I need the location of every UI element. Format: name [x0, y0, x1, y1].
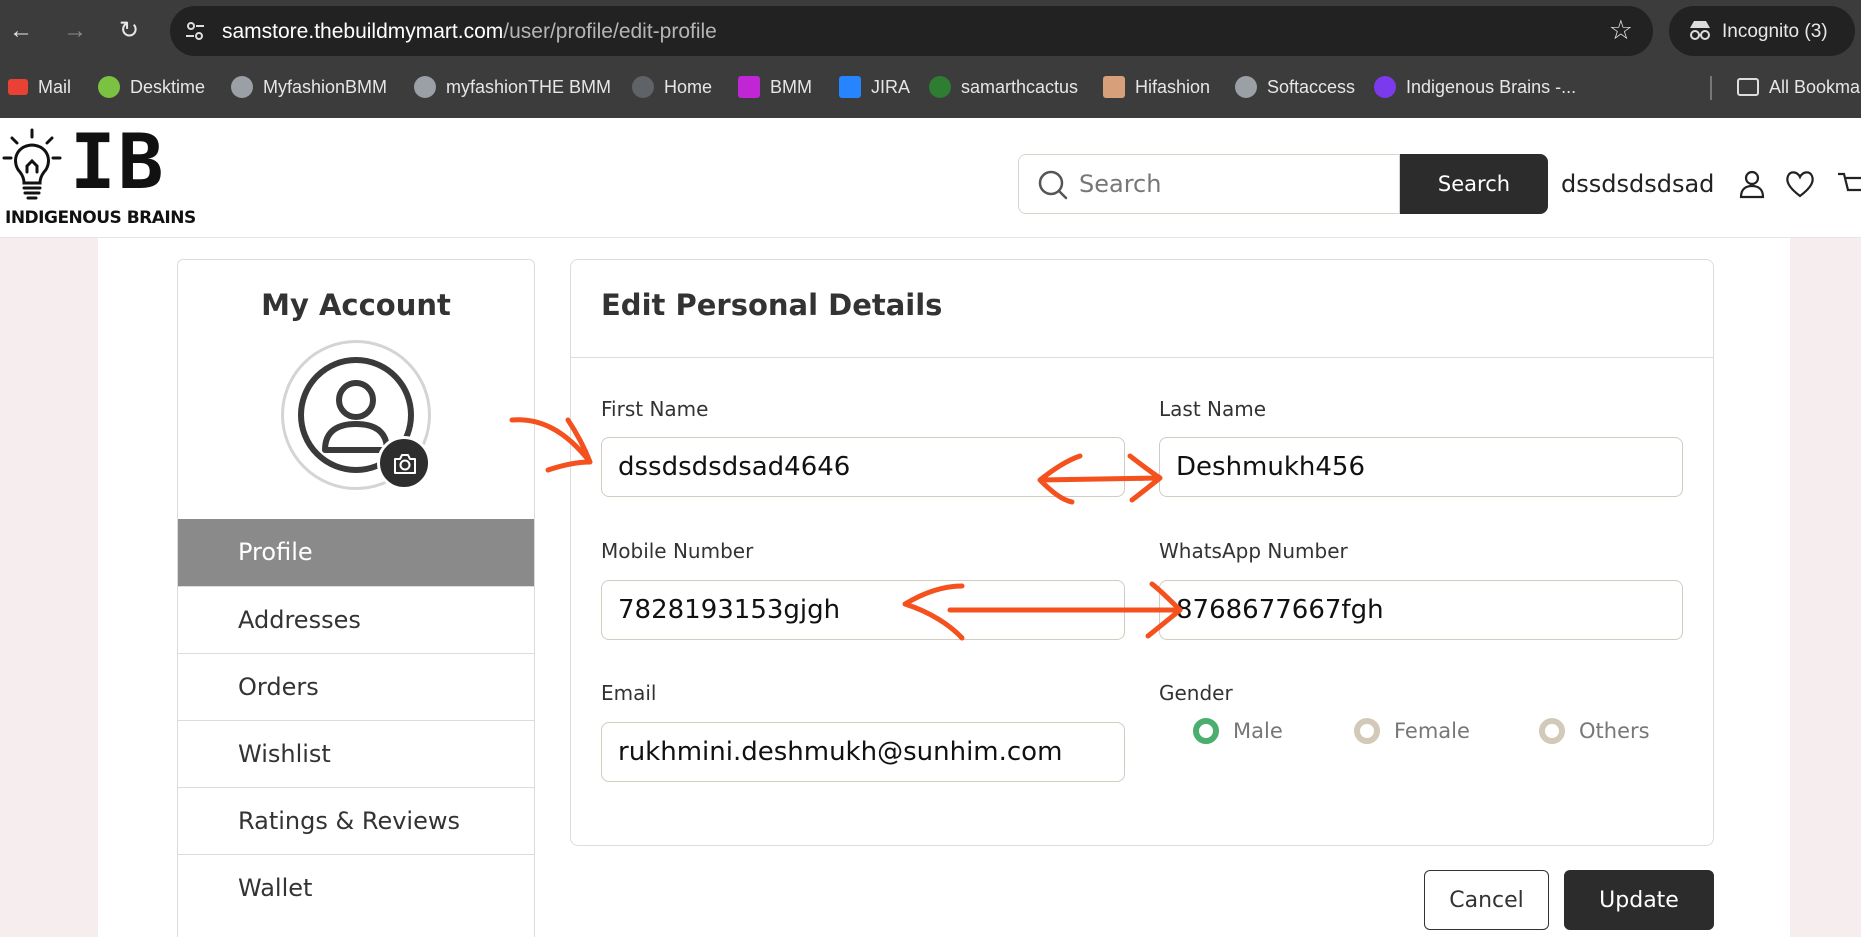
globe-icon — [231, 76, 253, 98]
indigenous-brains-icon — [1374, 76, 1396, 98]
logo-letters: IB — [70, 117, 166, 206]
bookmark-indigenous-brains[interactable]: Indigenous Brains -... — [1374, 74, 1576, 100]
first-name-label: First Name — [601, 397, 709, 421]
search-box — [1018, 154, 1400, 214]
bookmark-jira[interactable]: JIRA — [839, 74, 910, 100]
logo-brand-name: INDIGENOUS BRAINS — [5, 208, 196, 228]
globe-icon — [632, 76, 654, 98]
whatsapp-number-field[interactable] — [1159, 580, 1683, 640]
sidebar-menu: Profile Addresses Orders Wishlist Rating… — [178, 519, 534, 921]
first-name-field[interactable] — [601, 437, 1125, 497]
browser-chrome: ← → ↻ samstore.thebuildmymart.com/user/p… — [0, 0, 1861, 118]
sidebar-item-wishlist[interactable]: Wishlist — [178, 720, 534, 787]
incognito-badge[interactable]: Incognito (3) — [1669, 6, 1855, 56]
email-field[interactable] — [601, 722, 1125, 782]
cactus-icon — [929, 76, 951, 98]
globe-icon — [1235, 76, 1257, 98]
site-logo[interactable]: IB INDIGENOUS BRAINS — [0, 118, 240, 236]
globe-icon — [414, 76, 436, 98]
incognito-icon — [1690, 21, 1710, 40]
last-name-label: Last Name — [1159, 397, 1267, 421]
desktime-icon — [98, 76, 120, 98]
bookmark-bmm[interactable]: BMM — [738, 74, 812, 100]
sidebar-item-wallet[interactable]: Wallet — [178, 854, 534, 921]
sidebar-title: My Account — [261, 288, 451, 322]
bookmarks-bar: Mail Desktime MyfashionBMM myfashionTHE … — [0, 68, 1861, 104]
cancel-button[interactable]: Cancel — [1424, 870, 1549, 930]
account-sidebar: My Account Profile Addresses Orders Wish… — [177, 259, 535, 937]
bookmark-samarthcactus[interactable]: samarthcactus — [929, 74, 1078, 100]
sidebar-item-ratings-reviews[interactable]: Ratings & Reviews — [178, 787, 534, 854]
edit-details-card: Edit Personal Details First Name Last Na… — [570, 259, 1714, 846]
card-divider — [571, 357, 1713, 358]
site-header: IB INDIGENOUS BRAINS Search dssdsdsdsad — [0, 118, 1861, 238]
all-bookmarks[interactable]: All Bookma — [1737, 74, 1860, 100]
radio-checked-icon — [1193, 718, 1219, 744]
bookmark-home[interactable]: Home — [632, 74, 712, 100]
gender-radio-female[interactable]: Female — [1354, 718, 1470, 744]
username-label[interactable]: dssdsdsdsad — [1561, 170, 1714, 198]
search-icon — [1038, 170, 1068, 200]
mobile-number-field[interactable] — [601, 580, 1125, 640]
gender-label: Gender — [1159, 681, 1233, 705]
lightbulb-icon — [2, 128, 62, 200]
bookmark-myfashionthe-bmm[interactable]: myfashionTHE BMM — [414, 74, 611, 100]
change-photo-button[interactable] — [377, 436, 431, 490]
folder-icon — [1737, 78, 1759, 96]
address-bar[interactable]: samstore.thebuildmymart.com/user/profile… — [170, 6, 1653, 56]
bookmark-softaccess[interactable]: Softaccess — [1235, 74, 1355, 100]
update-button[interactable]: Update — [1564, 870, 1714, 930]
bookmark-desktime[interactable]: Desktime — [98, 74, 205, 100]
form-title: Edit Personal Details — [601, 288, 943, 322]
bookmark-mail[interactable]: Mail — [8, 74, 71, 100]
whatsapp-number-label: WhatsApp Number — [1159, 539, 1348, 563]
gender-radio-male[interactable]: Male — [1193, 718, 1283, 744]
site-settings-icon[interactable] — [184, 20, 206, 42]
email-label: Email — [601, 681, 657, 705]
radio-unchecked-icon — [1539, 718, 1565, 744]
bookmark-star-icon[interactable]: ☆ — [1609, 15, 1633, 46]
reload-icon[interactable]: ↻ — [112, 14, 146, 48]
heart-icon[interactable] — [1784, 168, 1816, 200]
last-name-field[interactable] — [1159, 437, 1683, 497]
sidebar-item-profile[interactable]: Profile — [178, 519, 534, 586]
bookmark-hifashion[interactable]: Hifashion — [1103, 74, 1210, 100]
search-button[interactable]: Search — [1400, 154, 1548, 214]
sidebar-item-orders[interactable]: Orders — [178, 653, 534, 720]
jira-icon — [839, 76, 861, 98]
sidebar-item-addresses[interactable]: Addresses — [178, 586, 534, 653]
hifashion-icon — [1103, 76, 1125, 98]
cart-icon[interactable] — [1836, 168, 1861, 200]
gender-radio-others[interactable]: Others — [1539, 718, 1650, 744]
mobile-number-label: Mobile Number — [601, 539, 754, 563]
bmm-icon — [738, 76, 760, 98]
bookmarks-divider — [1710, 76, 1712, 100]
user-icon[interactable] — [1736, 168, 1768, 200]
radio-unchecked-icon — [1354, 718, 1380, 744]
url-text[interactable]: samstore.thebuildmymart.com/user/profile… — [222, 20, 717, 44]
search-input[interactable] — [1079, 165, 1379, 203]
bookmark-myfashionbmm[interactable]: MyfashionBMM — [231, 74, 387, 100]
camera-icon — [394, 454, 416, 474]
forward-arrow-icon[interactable]: → — [58, 14, 92, 48]
gmail-icon — [8, 79, 28, 95]
back-arrow-icon[interactable]: ← — [4, 14, 38, 48]
